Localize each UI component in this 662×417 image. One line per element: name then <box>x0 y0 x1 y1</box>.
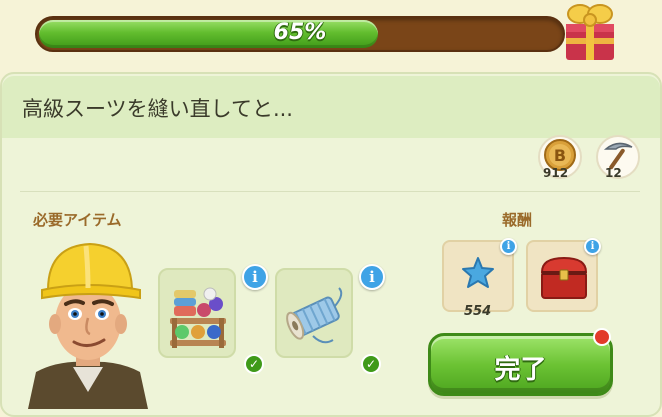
complete-button[interactable]: 完了 <box>428 333 613 396</box>
builder-character-avatar <box>28 242 148 409</box>
rewards-label: 報酬 <box>502 211 533 229</box>
task-progress-bar: 65% <box>35 16 565 52</box>
blue-star-icon <box>462 257 494 288</box>
red-chest-icon <box>540 256 588 299</box>
notification-dot <box>593 328 611 346</box>
checkmark-icon: ✓ <box>361 354 381 374</box>
reward-blue-star[interactable]: i 554 <box>442 238 517 319</box>
svg-text:B: B <box>554 146 566 165</box>
fabric-rolls-shelf-icon <box>170 287 226 348</box>
complete-button-label: 完了 <box>494 355 547 385</box>
info-icon[interactable]: i <box>242 264 268 290</box>
required-items-label: 必要アイテム <box>33 211 122 229</box>
thread-spool-icon <box>286 287 343 344</box>
progress-label: 65% <box>273 20 327 45</box>
reward-red-chest[interactable]: i <box>526 238 601 312</box>
checkmark-icon: ✓ <box>244 354 264 374</box>
gift-box-icon[interactable] <box>560 0 620 62</box>
reward-count: 554 <box>464 304 492 319</box>
section-divider <box>20 191 640 192</box>
pickaxe-count: 12 <box>605 166 622 180</box>
required-item-thread-spool[interactable]: i ✓ <box>275 264 385 374</box>
required-item-fabric-rolls[interactable]: i ✓ <box>158 264 268 374</box>
coin-count: 912 <box>543 166 569 180</box>
info-icon[interactable]: i <box>500 238 517 255</box>
info-icon[interactable]: i <box>359 264 385 290</box>
info-icon[interactable]: i <box>584 238 601 255</box>
task-title: 高級スーツを縫い直してと... <box>22 97 293 121</box>
